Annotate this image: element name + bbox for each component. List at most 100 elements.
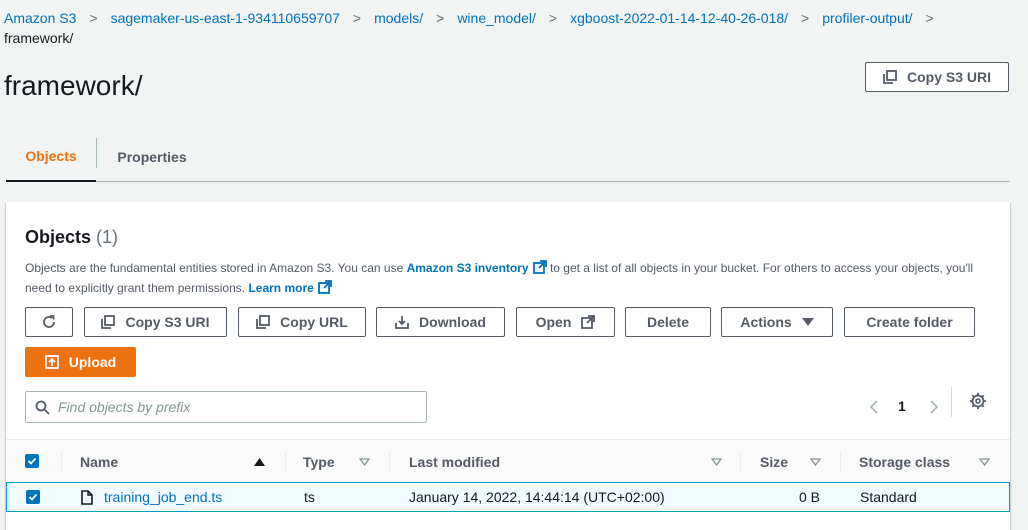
breadcrumb-bucket[interactable]: sagemaker-us-east-1-934110659707	[111, 10, 340, 26]
cell-size: 0 B	[761, 483, 820, 511]
tab-properties-label: Properties	[117, 148, 187, 165]
chevron-left-icon[interactable]	[869, 400, 879, 414]
chevron-right-icon: >	[801, 10, 810, 26]
breadcrumb-amazon-s3[interactable]: Amazon S3	[4, 10, 76, 26]
cell-name: training_job_end.ts	[81, 483, 222, 511]
select-all-checkbox[interactable]	[25, 454, 39, 468]
copy-url-button[interactable]: Copy URL	[238, 307, 366, 337]
actions-dropdown[interactable]: Actions	[721, 307, 833, 337]
column-header-name[interactable]: Name	[80, 440, 275, 484]
external-link-icon	[532, 260, 547, 274]
column-divider	[389, 452, 390, 472]
objects-panel-title: Objects (1)	[25, 227, 118, 248]
actions-label: Actions	[740, 314, 792, 330]
gear-icon[interactable]	[969, 392, 987, 410]
checkmark-icon	[27, 457, 37, 465]
upload-label: Upload	[68, 354, 117, 370]
column-divider	[740, 452, 741, 472]
s3-inventory-link[interactable]: Amazon S3 inventory	[407, 261, 529, 275]
search-icon	[35, 400, 50, 415]
copy-icon	[883, 70, 897, 84]
copy-s3-uri-header-label: Copy S3 URI	[906, 69, 991, 85]
copy-url-label: Copy URL	[280, 314, 348, 330]
description-text: Objects are the fundamental entities sto…	[25, 261, 407, 275]
download-button[interactable]: Download	[376, 307, 505, 337]
column-size-label: Size	[760, 454, 789, 470]
objects-title: Objects	[25, 227, 92, 247]
file-icon	[81, 489, 93, 505]
column-type-label: Type	[303, 454, 335, 470]
objects-panel: Objects (1) Objects are the fundamental …	[6, 202, 1010, 530]
column-divider	[840, 452, 841, 472]
page-title: framework/	[4, 70, 143, 101]
object-last-modified: January 14, 2022, 14:44:14 (UTC+02:00)	[409, 489, 665, 505]
table-row[interactable]: training_job_end.ts ts January 14, 2022,…	[6, 482, 1010, 512]
chevron-right-icon: >	[352, 10, 362, 26]
object-size: 0 B	[798, 489, 820, 505]
column-last-modified-label: Last modified	[409, 454, 501, 470]
breadcrumb-profiler-output[interactable]: profiler-output/	[822, 10, 912, 26]
breadcrumb-xgboost-job[interactable]: xgboost-2022-01-14-12-40-26-018/	[570, 10, 788, 26]
caret-down-icon	[801, 318, 814, 326]
chevron-right-icon: >	[548, 10, 558, 26]
breadcrumb-current: framework/	[4, 30, 74, 46]
cell-storage-class: Standard	[860, 483, 917, 511]
open-label: Open	[535, 314, 572, 330]
refresh-button[interactable]	[25, 307, 73, 337]
delete-button[interactable]: Delete	[625, 307, 711, 337]
column-divider	[285, 452, 286, 472]
external-link-icon	[317, 280, 332, 294]
sort-icon	[810, 458, 821, 466]
tab-objects[interactable]: Objects	[6, 132, 96, 182]
objects-count: (1)	[96, 227, 119, 247]
column-header-type[interactable]: Type	[303, 440, 383, 484]
column-header-last-modified[interactable]: Last modified	[409, 440, 729, 484]
open-button[interactable]: Open	[516, 307, 615, 337]
chevron-right-icon: >	[89, 10, 98, 26]
chevron-right-icon: >	[436, 10, 445, 26]
sort-ascending-icon	[254, 458, 265, 466]
column-name-label: Name	[80, 454, 119, 470]
copy-icon	[256, 315, 271, 329]
create-folder-label: Create folder	[866, 314, 953, 330]
column-header-storage-class[interactable]: Storage class	[859, 440, 999, 484]
cell-type: ts	[304, 483, 315, 511]
chevron-right-icon[interactable]	[929, 400, 939, 414]
tab-objects-label: Objects	[25, 148, 77, 164]
refresh-icon	[43, 315, 55, 328]
search-box	[25, 391, 427, 423]
column-storage-class-label: Storage class	[859, 454, 951, 470]
copy-s3-uri-label: Copy S3 URI	[125, 314, 210, 330]
learn-more-link[interactable]: Learn more	[248, 281, 313, 295]
download-icon	[395, 316, 409, 329]
tab-bar: Objects Properties	[6, 132, 1010, 182]
object-storage-class: Standard	[860, 489, 917, 505]
copy-s3-uri-header-button[interactable]: Copy S3 URI	[865, 62, 1009, 92]
create-folder-button[interactable]: Create folder	[844, 307, 975, 337]
breadcrumb-wine-model[interactable]: wine_model/	[457, 10, 536, 26]
pagination: 1	[866, 391, 946, 423]
sort-icon	[359, 458, 370, 466]
object-type: ts	[304, 489, 315, 505]
row-checkbox[interactable]	[26, 490, 40, 504]
upload-icon	[44, 355, 59, 369]
copy-s3-uri-button[interactable]: Copy S3 URI	[84, 307, 227, 337]
breadcrumb-models[interactable]: models/	[374, 10, 423, 26]
object-name-link[interactable]: training_job_end.ts	[104, 489, 222, 505]
download-label: Download	[419, 314, 486, 330]
cell-last-modified: January 14, 2022, 14:44:14 (UTC+02:00)	[409, 483, 665, 511]
sort-icon	[979, 458, 990, 466]
tab-properties[interactable]: Properties	[97, 132, 207, 181]
search-input[interactable]	[58, 392, 418, 422]
checkmark-icon	[28, 493, 38, 501]
chevron-right-icon: >	[925, 10, 934, 26]
column-header-size[interactable]: Size	[760, 440, 830, 484]
page-number[interactable]: 1	[898, 398, 906, 414]
delete-label: Delete	[646, 314, 690, 330]
external-link-icon	[581, 315, 596, 329]
copy-icon	[101, 315, 116, 329]
pager-divider	[951, 387, 952, 417]
upload-button[interactable]: Upload	[25, 347, 136, 377]
column-divider	[61, 452, 62, 472]
breadcrumb: Amazon S3 > sagemaker-us-east-1-9341106597…	[4, 8, 1014, 48]
